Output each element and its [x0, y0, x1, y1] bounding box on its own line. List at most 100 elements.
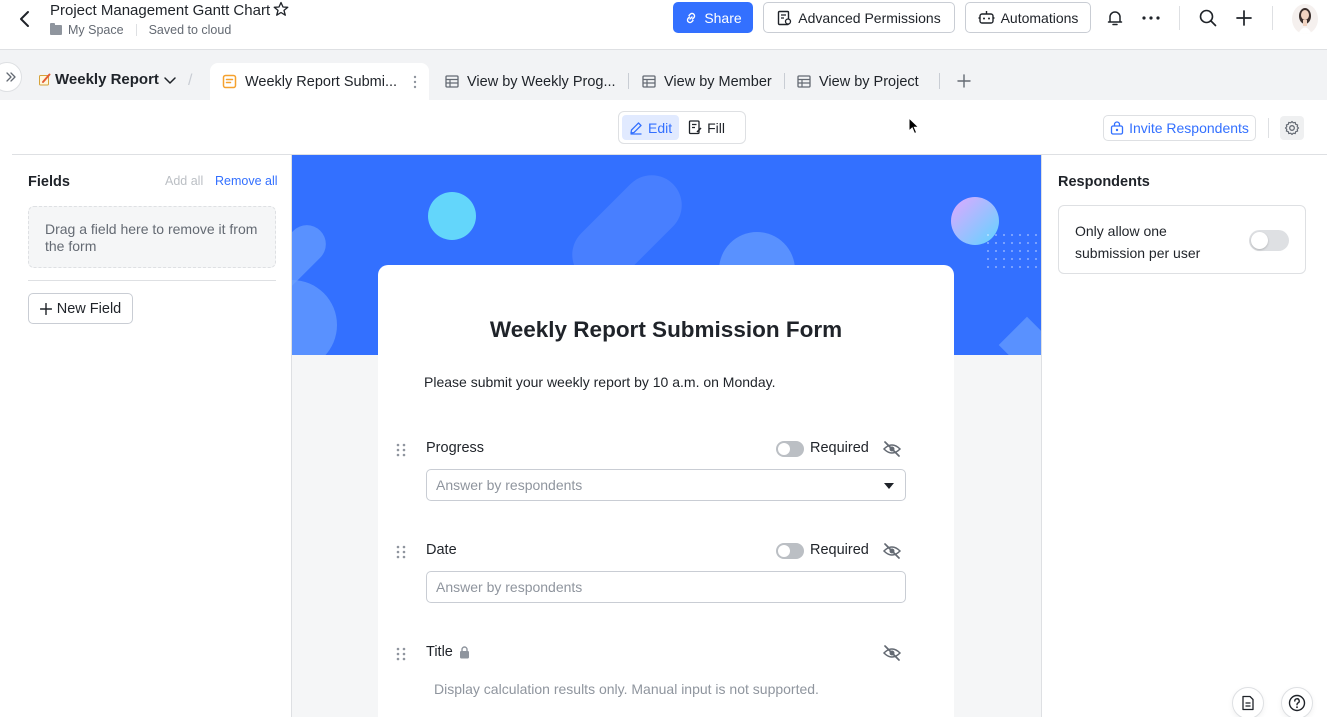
- notification-bell-icon[interactable]: [1103, 6, 1127, 30]
- input-placeholder: Answer by respondents: [436, 579, 583, 595]
- new-field-button[interactable]: New Field: [28, 293, 133, 324]
- fields-panel-title: Fields: [28, 174, 70, 190]
- divider: [135, 24, 137, 36]
- drag-handle-icon[interactable]: [396, 443, 406, 457]
- lock-icon: [1110, 121, 1124, 135]
- tab-group-weekly-report[interactable]: Weekly Report: [38, 71, 177, 88]
- new-field-label: New Field: [56, 300, 122, 317]
- tab-view-by-member[interactable]: View by Member: [642, 63, 772, 100]
- form-editor: Edit Fill Invite Respondents Fields Add …: [12, 100, 1327, 717]
- top-bar: Project Management Gantt Chart My Space …: [0, 0, 1327, 50]
- edit-label: Edit: [648, 119, 673, 136]
- help-icon[interactable]: [1281, 687, 1313, 717]
- one-submission-toggle[interactable]: [1249, 230, 1289, 251]
- lock-icon: [459, 645, 469, 658]
- link-icon: [687, 12, 696, 23]
- divider: [1179, 6, 1180, 30]
- field-label: Progress: [426, 440, 484, 456]
- tab-label: View by Weekly Prog...: [467, 73, 616, 90]
- automations-button[interactable]: Automations: [965, 2, 1091, 33]
- grid-icon: [797, 75, 811, 88]
- share-label: Share: [704, 9, 742, 26]
- location-label[interactable]: My Space: [68, 23, 124, 37]
- robot-icon: [978, 11, 995, 24]
- mode-switch: Edit Fill: [618, 111, 746, 144]
- form-icon: [222, 74, 237, 89]
- respondents-title: Respondents: [1058, 174, 1150, 190]
- form-settings-button[interactable]: [1280, 116, 1304, 140]
- tab-view-by-project[interactable]: View by Project: [797, 63, 919, 100]
- back-button[interactable]: [14, 8, 36, 30]
- divider: [1272, 6, 1273, 30]
- field-label-text: Progress: [426, 440, 485, 456]
- required-label: Required: [810, 542, 869, 558]
- field-drop-zone[interactable]: Drag a field here to remove it from the …: [28, 206, 276, 268]
- expand-sidebar-button[interactable]: [0, 62, 22, 92]
- progress-select[interactable]: Answer by respondents: [426, 469, 906, 501]
- user-avatar[interactable]: [1292, 4, 1318, 34]
- plus-icon[interactable]: [1232, 6, 1256, 30]
- star-icon[interactable]: [273, 1, 289, 20]
- drag-handle-icon[interactable]: [396, 647, 406, 661]
- tab-view-by-weekly-progress[interactable]: View by Weekly Prog...: [445, 63, 616, 100]
- date-input[interactable]: Answer by respondents: [426, 571, 906, 603]
- field-label: Title: [426, 644, 470, 660]
- invite-label: Invite Respondents: [1129, 120, 1249, 136]
- tab-divider: [784, 73, 785, 89]
- edit-mode-button[interactable]: Edit: [622, 115, 680, 140]
- form-description[interactable]: Please submit your weekly report by 10 a…: [424, 374, 775, 390]
- memo-icon: [39, 73, 51, 86]
- one-submission-label: Only allow one submission per user: [1075, 223, 1201, 261]
- tab-label: View by Project: [819, 73, 919, 90]
- form-title[interactable]: Weekly Report Submission Form: [378, 317, 954, 343]
- search-icon[interactable]: [1196, 6, 1220, 30]
- share-button[interactable]: Share: [673, 2, 753, 33]
- invite-respondents-button[interactable]: Invite Respondents: [1103, 115, 1256, 141]
- chevron-down-icon: [164, 76, 176, 84]
- plus-icon: [39, 302, 52, 315]
- double-chevron-right-icon: [6, 72, 16, 82]
- field-label-text: Date: [426, 542, 457, 558]
- mouse-cursor-icon: [908, 117, 920, 135]
- document-icon[interactable]: [1232, 687, 1264, 717]
- grid-icon: [445, 75, 459, 88]
- add-view-button[interactable]: [954, 71, 974, 91]
- tab-divider: [628, 73, 629, 89]
- drag-handle-icon[interactable]: [396, 545, 406, 559]
- tab-label: View by Member: [664, 73, 772, 90]
- advanced-permissions-label: Advanced Permissions: [798, 9, 941, 26]
- field-label-text: Title: [426, 644, 453, 660]
- advanced-permissions-button[interactable]: Advanced Permissions: [763, 2, 955, 33]
- tab-separator: /: [188, 72, 193, 89]
- required-toggle[interactable]: [776, 441, 804, 457]
- tab-group-label: Weekly Report: [55, 71, 159, 88]
- add-all-button[interactable]: Add all: [165, 174, 203, 188]
- divider: [1268, 118, 1269, 138]
- automations-label: Automations: [1000, 9, 1079, 26]
- tab-label: Weekly Report Submi...: [245, 73, 398, 90]
- eye-off-icon[interactable]: [882, 542, 902, 560]
- divider: [28, 280, 276, 281]
- caret-down-icon: [884, 483, 894, 489]
- remove-all-button[interactable]: Remove all: [215, 174, 278, 188]
- form-canvas: Weekly Report Submission Form Please sub…: [292, 155, 1041, 717]
- select-placeholder: Answer by respondents: [436, 477, 583, 493]
- document-title[interactable]: Project Management Gantt Chart: [50, 2, 270, 19]
- permission-doc-icon: [778, 10, 792, 25]
- eye-off-icon[interactable]: [882, 644, 902, 662]
- fill-label: Fill: [707, 119, 726, 136]
- grid-icon: [642, 75, 656, 88]
- tab-weekly-report-submission[interactable]: Weekly Report Submi...: [210, 63, 430, 100]
- more-options-icon[interactable]: [1139, 6, 1163, 30]
- document-meta: My Space Saved to cloud: [50, 23, 231, 37]
- pencil-icon: [630, 121, 642, 135]
- form-toolbar: Edit Fill Invite Respondents: [12, 100, 1327, 155]
- tab-bar: Weekly Report / Weekly Report Submi... V…: [0, 50, 1327, 100]
- fill-mode-button[interactable]: Fill: [681, 115, 732, 140]
- more-vertical-icon[interactable]: [413, 75, 417, 89]
- chevron-left-icon: [20, 11, 29, 27]
- one-submission-setting: Only allow one submission per user: [1058, 205, 1306, 274]
- eye-off-icon[interactable]: [882, 440, 902, 458]
- tab-divider: [939, 73, 940, 89]
- required-toggle[interactable]: [776, 543, 804, 559]
